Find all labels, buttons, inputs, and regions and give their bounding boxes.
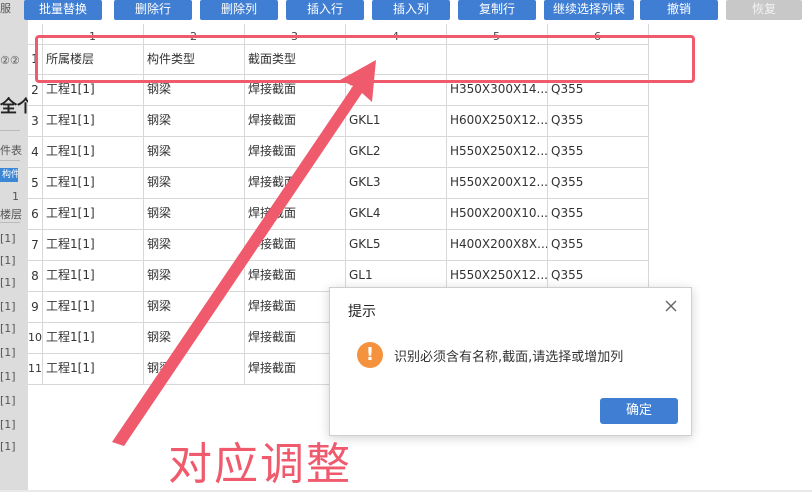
table-cell[interactable]: Q355 (547, 136, 648, 167)
grid-line (28, 260, 648, 261)
table-cell[interactable]: 工程1[1] (42, 353, 143, 384)
table-cell[interactable]: H600X250X12... (446, 105, 547, 136)
table-cell[interactable]: 焊接截面 (244, 136, 345, 167)
table-cell[interactable]: 工程1[1] (42, 167, 143, 198)
table-cell[interactable]: 钢梁 (143, 260, 244, 291)
row-number[interactable]: 10 (28, 331, 42, 345)
insert-row-button[interactable]: 插入行 (286, 0, 364, 20)
table-cell[interactable]: 钢梁 (143, 136, 244, 167)
row-number[interactable]: 6 (28, 207, 42, 221)
table-cell[interactable]: 工程1[1] (42, 260, 143, 291)
grid-line (28, 136, 648, 137)
delete-row-button[interactable]: 删除行 (114, 0, 192, 20)
dialog-title: 提示 (348, 304, 376, 320)
table-cell[interactable]: 工程1[1] (42, 291, 143, 322)
row-number[interactable]: 9 (28, 300, 42, 314)
table-cell[interactable]: GKL2 (345, 136, 446, 167)
annotation-text: 对应调整 (168, 439, 352, 490)
table-cell[interactable]: Q355 (547, 167, 648, 198)
background-text-fragment: 件表 (0, 144, 22, 157)
table-cell[interactable]: 钢梁 (143, 353, 244, 384)
table-cell[interactable]: 焊接截面 (244, 105, 345, 136)
table-cell[interactable]: 钢梁 (143, 105, 244, 136)
background-text-fragment: [1] (0, 254, 16, 267)
table-cell[interactable]: 钢梁 (143, 322, 244, 353)
background-text-fragment: 构件 (0, 168, 18, 182)
row-number[interactable]: 3 (28, 114, 42, 128)
undo-button[interactable]: 撤销 (640, 0, 718, 20)
row-number[interactable]: 4 (28, 145, 42, 159)
row-number[interactable]: 7 (28, 238, 42, 252)
insert-column-button[interactable]: 插入列 (372, 0, 450, 20)
grid-line (28, 167, 648, 168)
continue-select-list-button[interactable]: 继续选择列表 (544, 0, 634, 20)
background-text-fragment: [1] (0, 370, 16, 383)
background-text-fragment: [1] (0, 276, 16, 289)
row-number[interactable]: 11 (28, 362, 42, 376)
row-number[interactable]: 8 (28, 269, 42, 283)
table-cell[interactable]: Q355 (547, 229, 648, 260)
table-cell[interactable]: GKL4 (345, 198, 446, 229)
toolbar: 批量替换 删除行 删除列 插入行 插入列 复制行 继续选择列表 撤销 恢复 (24, 0, 812, 24)
dialog-message: 识别必须含有名称,截面,请选择或增加列 (394, 350, 624, 365)
table-cell[interactable]: H500X200X10... (446, 198, 547, 229)
table-cell[interactable]: 钢梁 (143, 229, 244, 260)
table-cell[interactable]: 工程1[1] (42, 136, 143, 167)
copy-row-button[interactable]: 复制行 (458, 0, 536, 20)
table-cell[interactable]: GKL1 (345, 105, 446, 136)
background-text-fragment: 全个 (0, 97, 28, 117)
background-text-fragment: 楼层 (0, 208, 22, 221)
close-icon[interactable] (663, 298, 679, 314)
ok-button[interactable]: 确定 (600, 398, 678, 424)
warning-icon: ! (357, 342, 383, 368)
background-text-fragment: [1] (0, 300, 16, 313)
background-text-fragment: [1] (0, 322, 16, 335)
table-cell[interactable]: Q355 (547, 198, 648, 229)
table-cell[interactable]: 工程1[1] (42, 105, 143, 136)
table-cell[interactable]: H400X200X8X... (446, 229, 547, 260)
background-text-fragment: 1 (12, 190, 19, 203)
background-text-fragment: [1] (0, 440, 16, 453)
grid-line (28, 105, 648, 106)
delete-column-button[interactable]: 删除列 (200, 0, 278, 20)
table-cell[interactable]: 焊接截面 (244, 167, 345, 198)
table-cell[interactable]: GKL3 (345, 167, 446, 198)
background-divider (0, 130, 20, 131)
grid-line (28, 229, 648, 230)
background-text-fragment: [1] (0, 346, 16, 359)
redo-button: 恢复 (726, 0, 802, 20)
table-cell[interactable]: 工程1[1] (42, 198, 143, 229)
background-divider (0, 222, 20, 223)
background-text-fragment: [1] (0, 394, 16, 407)
table-cell[interactable]: 焊接截面 (244, 198, 345, 229)
alert-dialog: 提示 ! 识别必须含有名称,截面,请选择或增加列 确定 (329, 287, 692, 436)
table-cell[interactable]: H550X250X12... (446, 136, 547, 167)
table-cell[interactable]: H550X200X12... (446, 167, 547, 198)
row-number[interactable]: 2 (28, 83, 42, 97)
table-cell[interactable]: Q355 (547, 105, 648, 136)
table-cell[interactable]: 钢梁 (143, 291, 244, 322)
background-text-fragment: [1] (0, 418, 16, 431)
background-text-fragment: [1] (0, 232, 16, 245)
table-cell[interactable]: 焊接截面 (244, 229, 345, 260)
background-window-strip: 服②②全个件表构件1楼层[1][1][1][1][1][1][1][1][1][… (0, 0, 29, 490)
background-text-fragment: ②② (0, 54, 20, 67)
table-cell[interactable]: 钢梁 (143, 167, 244, 198)
header-highlight-box (35, 35, 695, 83)
table-cell[interactable]: 钢梁 (143, 198, 244, 229)
row-number[interactable]: 5 (28, 176, 42, 190)
table-cell[interactable]: GKL5 (345, 229, 446, 260)
batch-replace-button[interactable]: 批量替换 (24, 0, 102, 20)
table-cell[interactable]: 工程1[1] (42, 229, 143, 260)
table-cell[interactable]: 工程1[1] (42, 322, 143, 353)
background-divider (0, 160, 20, 161)
grid-line (28, 198, 648, 199)
